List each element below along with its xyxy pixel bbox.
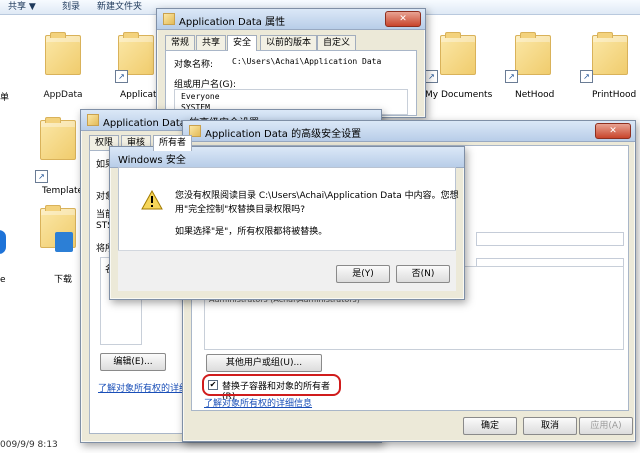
- burn-button[interactable]: 刻录: [62, 0, 80, 12]
- my-documents-label: My Documents: [425, 90, 493, 100]
- shortcut-arrow-icon: ↗: [580, 70, 593, 83]
- dialog-title: Windows 安全: [118, 155, 186, 166]
- templates-label: Template: [42, 186, 84, 196]
- tab-sharing[interactable]: 共享: [196, 35, 227, 50]
- apply-button[interactable]: 应用(A): [579, 417, 633, 435]
- tab-customize[interactable]: 自定义: [317, 35, 357, 50]
- properties-title-bar: Application Data 属性 ✕: [157, 9, 425, 30]
- edit-button[interactable]: 编辑(E)...: [100, 353, 166, 371]
- dialog-message-line-1: 您没有权限阅读目录 C:\Users\Achai\Application Dat…: [175, 191, 459, 201]
- shortcut-arrow-icon: ↗: [425, 70, 438, 83]
- dialog-message-line-3: 如果选择"是"，所有权限都将被替换。: [175, 227, 328, 237]
- dialog-button-bar: 是(Y) 否(N): [118, 250, 456, 291]
- object-name-value: C:\Users\Achai\Application Data: [232, 57, 382, 66]
- ok-button[interactable]: 确定: [463, 417, 517, 435]
- close-button[interactable]: ✕: [595, 123, 631, 139]
- printhood-label: PrintHood: [592, 90, 637, 100]
- share-menu[interactable]: 共享 ▼: [8, 0, 36, 12]
- download-arrow-icon: [55, 232, 73, 252]
- downloads-label: 下载: [54, 275, 73, 285]
- modified-date-label: 009/9/9 8:13: [0, 440, 58, 450]
- new-folder-button[interactable]: 新建文件夹: [97, 0, 142, 12]
- application-data-folder-icon[interactable]: [118, 32, 154, 75]
- my-documents-folder-icon[interactable]: [440, 32, 476, 75]
- printhood-folder-icon[interactable]: [592, 32, 628, 75]
- left-partial-label-1: 单: [0, 93, 10, 103]
- list-item[interactable]: Everyone: [181, 92, 220, 101]
- folder-icon: [163, 13, 175, 25]
- tab-previous-versions[interactable]: 以前的版本: [260, 35, 318, 50]
- close-button[interactable]: ✕: [385, 11, 421, 27]
- tab-owner[interactable]: 所有者: [153, 135, 193, 151]
- dialog-message-line-2: 用"完全控制"权替换目录权限吗?: [175, 205, 306, 215]
- object-name-label: 对象名称:: [174, 60, 214, 70]
- appdata-label: AppData: [43, 90, 83, 100]
- shortcut-arrow-icon: ↗: [115, 70, 128, 83]
- yes-button[interactable]: 是(Y): [336, 265, 390, 283]
- cancel-button[interactable]: 取消: [523, 417, 577, 435]
- advanced-front-title-bar: Application Data 的高级安全设置 ✕: [183, 121, 635, 142]
- warning-icon: [141, 190, 163, 210]
- nethood-label: NetHood: [515, 90, 555, 100]
- templates-folder-icon[interactable]: [40, 117, 76, 160]
- current-owner-field[interactable]: [476, 232, 624, 246]
- left-partial-label-2: e: [0, 275, 6, 285]
- tab-general[interactable]: 常规: [165, 35, 196, 50]
- security-tab-panel: 对象名称: C:\Users\Achai\Application Data 组或…: [165, 50, 417, 116]
- windows-security-dialog: Windows 安全 您没有权限阅读目录 C:\Users\Achai\Appl…: [109, 146, 465, 300]
- shortcut-arrow-icon: ↗: [505, 70, 518, 83]
- properties-window: Application Data 属性 ✕ 常规 共享 安全 以前的版本 自定义…: [156, 8, 426, 118]
- properties-tab-strip: 常规 共享 安全 以前的版本 自定义: [165, 35, 415, 51]
- partial-blue-icon: [0, 230, 6, 254]
- folder-icon: [87, 114, 99, 126]
- no-button[interactable]: 否(N): [396, 265, 450, 283]
- properties-title: Application Data 属性: [179, 17, 286, 28]
- appdata-folder-icon[interactable]: [45, 32, 81, 75]
- nethood-folder-icon[interactable]: [515, 32, 551, 75]
- ownership-details-link[interactable]: 了解对象所有权的详细信息: [204, 396, 312, 409]
- highlight-annotation: [202, 374, 341, 396]
- tab-security[interactable]: 安全: [227, 35, 258, 51]
- other-users-groups-button[interactable]: 其他用户或组(U)...: [206, 354, 322, 372]
- advanced-front-title: Application Data 的高级安全设置: [205, 129, 362, 140]
- shortcut-arrow-icon: ↗: [35, 170, 48, 183]
